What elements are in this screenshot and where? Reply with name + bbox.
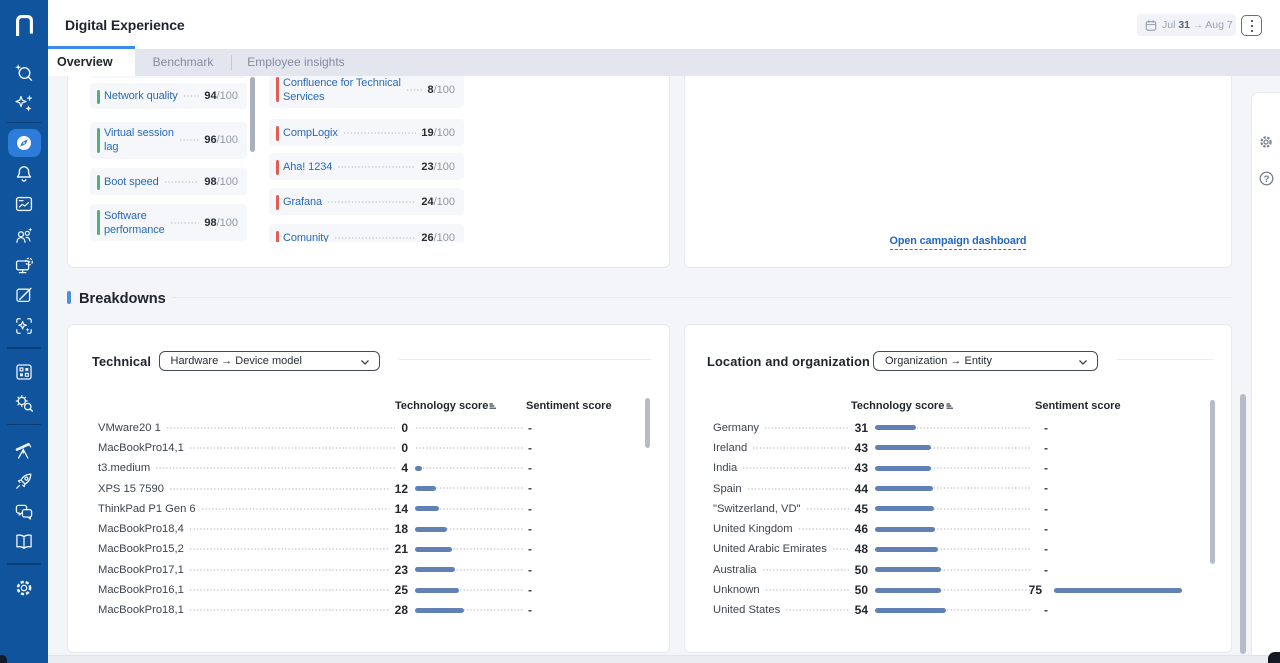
svg-text:?: ? — [1264, 174, 1270, 185]
